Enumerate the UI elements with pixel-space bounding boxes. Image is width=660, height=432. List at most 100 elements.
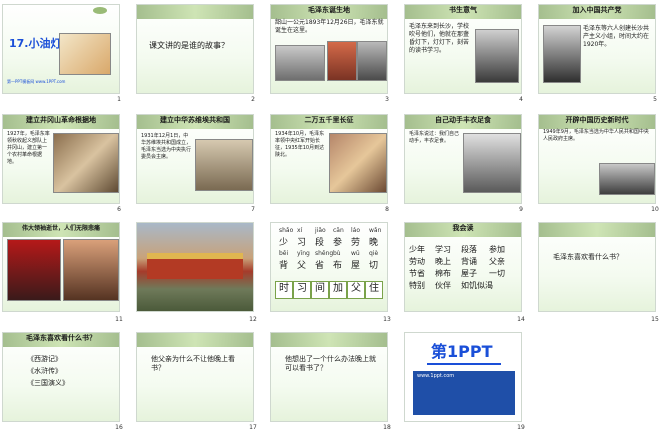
slide-title: 加入中国共产党 bbox=[572, 6, 622, 14]
hanzi: 省 bbox=[315, 261, 325, 271]
word: 一切 bbox=[489, 269, 505, 278]
pinyin: bù bbox=[333, 250, 341, 257]
brand-logo: 第1PPT bbox=[431, 342, 493, 361]
portrait-photo bbox=[543, 25, 581, 83]
word: 学习 bbox=[435, 245, 451, 254]
slide-thumbnail-15[interactable]: 毛泽东喜欢看什么书？ bbox=[538, 222, 656, 312]
pinyin: wǎn bbox=[369, 227, 382, 234]
pinyin: láo bbox=[351, 227, 361, 234]
char-box: 时 bbox=[275, 281, 293, 299]
logo-underline bbox=[427, 363, 501, 365]
slide-thumbnail-2[interactable]: 课文讲的是谁的故事？ bbox=[136, 4, 254, 94]
slide-text: 毛泽东等六人创建长沙共产主义小组，时间大约在1920年。 bbox=[583, 25, 650, 48]
book-title: 《水浒传》 bbox=[27, 367, 62, 375]
hanzi: 习 bbox=[297, 238, 307, 248]
slide-thumbnail-14[interactable]: 我会读 少年 学习 段落 参加 劳动 晚上 背诵 父亲 节省 棉布 屋子 一切 … bbox=[404, 222, 522, 312]
farming-photo bbox=[463, 133, 521, 193]
slide-thumbnail-5[interactable]: 加入中国共产党 毛泽东等六人创建长沙共产主义小组，时间大约在1920年。 bbox=[538, 4, 656, 94]
ceremony-photo bbox=[599, 163, 655, 195]
slide-number: 3 bbox=[385, 96, 389, 103]
word: 劳动 bbox=[409, 257, 425, 266]
word: 参加 bbox=[489, 245, 505, 254]
word: 父亲 bbox=[489, 257, 505, 266]
slide-text: 他父亲为什么不让他晚上看书？ bbox=[151, 355, 235, 372]
word: 节省 bbox=[409, 269, 425, 278]
char-box: 加 bbox=[329, 281, 347, 299]
slide-footer: 第一PPT模板网 www.1PPT.com bbox=[7, 79, 66, 84]
char-box: 习 bbox=[293, 281, 311, 299]
slide-text: 1934年10月，毛泽东率领中央红军开始长征，1935年10月到达陕北。 bbox=[275, 131, 325, 158]
slide-text: 毛泽东来到长沙，学校吹号他们，他就在那盏昏灯下，灯灯下，刻苦的读书学习。 bbox=[409, 23, 470, 54]
house-photo bbox=[275, 45, 325, 81]
word: 段落 bbox=[461, 245, 477, 254]
slide-thumbnail-3[interactable]: 毛泽东诞生地 韶山一公元1893年12月26日，毛泽东就诞生在这里。 bbox=[270, 4, 388, 94]
portrait-photo bbox=[475, 29, 519, 83]
slide-number: 14 bbox=[517, 316, 525, 323]
slide-title: 二万五千里长征 bbox=[304, 116, 354, 124]
slide-number: 1 bbox=[117, 96, 121, 103]
slide-thumbnail-11[interactable]: 伟大领袖逝世，人们无限悲痛 bbox=[2, 222, 120, 312]
book-title: 《西游记》 bbox=[27, 355, 62, 363]
slide-text: 毛泽东喜欢看什么书？ bbox=[553, 253, 623, 261]
slide-text: 课文讲的是谁的故事？ bbox=[149, 41, 229, 50]
word: 晚上 bbox=[435, 257, 451, 266]
top-band bbox=[271, 333, 387, 347]
slide-number: 11 bbox=[115, 316, 123, 323]
slide-title: 伟大领袖逝世，人们无限悲痛 bbox=[21, 225, 100, 232]
slide-sorter-grid: 17.小油灯 第一PPT模板网 www.1PPT.com 1 课文讲的是谁的故事… bbox=[0, 0, 660, 432]
word: 少年 bbox=[409, 245, 425, 254]
hanzi: 背 bbox=[279, 261, 289, 271]
pinyin: bēi bbox=[279, 250, 289, 257]
slide-thumbnail-19[interactable]: 第1PPT www.1ppt.com bbox=[404, 332, 522, 422]
slide-number: 18 bbox=[383, 424, 391, 431]
lamp-illustration bbox=[59, 33, 111, 75]
slide-thumbnail-12[interactable] bbox=[136, 222, 254, 312]
slide-title: 自己动手丰衣足食 bbox=[435, 116, 491, 124]
slide-number: 2 bbox=[251, 96, 255, 103]
hanzi: 少 bbox=[279, 238, 289, 248]
slide-title: 建立井冈山革命根据地 bbox=[26, 116, 96, 124]
long-march-painting bbox=[329, 133, 387, 193]
slide-title: 毛泽东喜欢看什么书？ bbox=[26, 334, 96, 342]
tiananmen-image bbox=[147, 253, 243, 279]
word: 背诵 bbox=[461, 257, 477, 266]
slide-text: 他想出了一个什么办法晚上就可以看书了？ bbox=[285, 355, 376, 372]
slide-thumbnail-7[interactable]: 建立中华苏维埃共和国 1931年12月1日，中华苏维埃共和国成立，毛泽东当选为中… bbox=[136, 114, 254, 204]
slide-thumbnail-9[interactable]: 自己动手丰衣足食 毛泽东说过：我们自己动手，丰衣足食。 bbox=[404, 114, 522, 204]
slide-text: 1931年12月1日，中华苏维埃共和国成立，毛泽东当选为中央执行委员会主席。 bbox=[141, 133, 192, 160]
pinyin: wū bbox=[351, 250, 360, 257]
char-box: 间 bbox=[311, 281, 329, 299]
slide-number: 5 bbox=[653, 96, 657, 103]
slide-thumbnail-6[interactable]: 建立井冈山革命根据地 1927年，毛泽东率领秋收起义部队上井冈山，建立第一个农村… bbox=[2, 114, 120, 204]
top-band bbox=[539, 223, 655, 237]
brand-url: www.1ppt.com bbox=[417, 373, 455, 379]
slide-thumbnail-4[interactable]: 书生意气 毛泽东来到长沙，学校吹号他们，他就在那盏昏灯下，灯灯下，刻苦的读书学习… bbox=[404, 4, 522, 94]
slide-thumbnail-13[interactable]: shǎo xí jiǎo cān láo wǎn 少 习 段 参 劳 晚 bēi… bbox=[270, 222, 388, 312]
mountain-photo bbox=[53, 133, 119, 193]
word: 棉布 bbox=[435, 269, 451, 278]
slide-thumbnail-16[interactable]: 毛泽东喜欢看什么书？ 《西游记》 《水浒传》 《三国演义》 bbox=[2, 332, 120, 422]
word: 特别 bbox=[409, 281, 425, 290]
slide-number: 10 bbox=[651, 206, 659, 213]
slide-thumbnail-17[interactable]: 他父亲为什么不让他晚上看书？ bbox=[136, 332, 254, 422]
hanzi: 屋 bbox=[351, 261, 361, 271]
slide-thumbnail-8[interactable]: 二万五千里长征 1934年10月，毛泽东率领中央红军开始长征，1935年10月到… bbox=[270, 114, 388, 204]
slide-thumbnail-18[interactable]: 他想出了一个什么办法晚上就可以看书了？ bbox=[270, 332, 388, 422]
slide-number: 16 bbox=[115, 424, 123, 431]
word: 如饥似渴 bbox=[461, 281, 493, 290]
char-box: 父 bbox=[347, 281, 365, 299]
slide-number: 17 bbox=[249, 424, 257, 431]
slide-title: 开辟中国历史新时代 bbox=[565, 116, 629, 124]
book-title: 《三国演义》 bbox=[27, 379, 69, 387]
slide-text: 毛泽东说过：我们自己动手，丰衣足食。 bbox=[409, 131, 460, 144]
slide-thumbnail-10[interactable]: 开辟中国历史新时代 1949年9月，毛泽东当选为中华人民共和国中央人民政府主席。 bbox=[538, 114, 656, 204]
slide-number: 19 bbox=[517, 424, 525, 431]
memorial-photo bbox=[63, 239, 119, 301]
slide-thumbnail-1[interactable]: 17.小油灯 第一PPT模板网 www.1PPT.com bbox=[2, 4, 120, 94]
slide-text: 韶山一公元1893年12月26日，毛泽东就诞生在这里。 bbox=[275, 19, 384, 34]
pinyin: qiè bbox=[369, 250, 379, 257]
slide-title: 17.小油灯 bbox=[9, 37, 62, 50]
pinyin: jiǎo bbox=[315, 227, 326, 234]
slide-title: 书生意气 bbox=[449, 6, 477, 14]
pinyin: shǎo bbox=[279, 227, 294, 234]
